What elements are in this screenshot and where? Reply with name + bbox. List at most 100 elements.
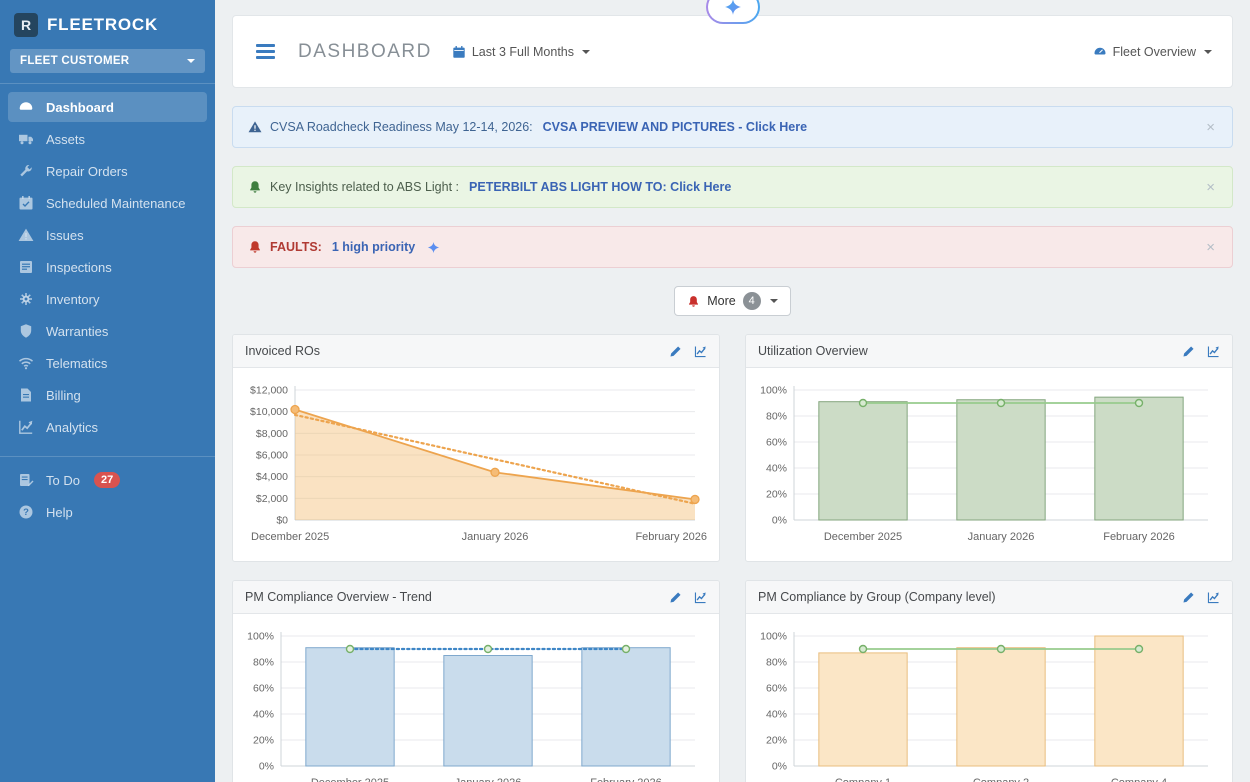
alert-success: Key Insights related to ABS Light :PETER… xyxy=(232,166,1233,208)
svg-text:December 2025: December 2025 xyxy=(251,531,329,543)
close-icon[interactable]: × xyxy=(1204,119,1217,136)
chart-icon xyxy=(18,419,34,435)
svg-text:80%: 80% xyxy=(253,657,274,669)
sidebar-item-repair-orders[interactable]: Repair Orders xyxy=(8,156,207,186)
more-alerts-button[interactable]: More 4 xyxy=(674,286,790,316)
svg-text:40%: 40% xyxy=(766,463,787,475)
chart-utilization: 0%20%40%60%80%100%December 2025January 2… xyxy=(754,376,1224,548)
card-header: PM Compliance Overview - Trend xyxy=(233,581,719,614)
fleet-customer-dropdown[interactable]: FLEET CUSTOMER xyxy=(10,49,205,73)
card-title: Utilization Overview xyxy=(758,344,868,358)
sidebar: R FLEETROCK FLEET CUSTOMER Dashboard Asse… xyxy=(0,0,215,782)
chart-icon[interactable] xyxy=(694,591,707,604)
brand-name: FLEETROCK xyxy=(47,15,158,35)
card-header: Utilization Overview xyxy=(746,335,1232,368)
card-actions xyxy=(669,591,707,604)
bell-icon xyxy=(687,295,700,308)
sidebar-item-scheduled-maintenance[interactable]: Scheduled Maintenance xyxy=(8,188,207,218)
close-icon[interactable]: × xyxy=(1204,239,1217,256)
pencil-icon[interactable] xyxy=(669,591,682,604)
sidebar-item-help[interactable]: ? Help xyxy=(8,497,207,527)
sidebar-divider xyxy=(0,456,215,457)
sidebar-item-assets[interactable]: Assets xyxy=(8,124,207,154)
sidebar-item-to-do[interactable]: To Do 27 xyxy=(8,465,207,495)
chart-icon[interactable] xyxy=(1207,345,1220,358)
sidebar-item-dashboard[interactable]: Dashboard xyxy=(8,92,207,122)
svg-text:February 2026: February 2026 xyxy=(590,777,662,782)
alert-link[interactable]: CVSA PREVIEW AND PICTURES - Click Here xyxy=(543,120,807,134)
file-icon xyxy=(18,387,34,403)
card-pm-group: PM Compliance by Group (Company level) 0%… xyxy=(745,580,1233,782)
svg-text:$2,000: $2,000 xyxy=(256,493,288,505)
bell-icon xyxy=(248,180,262,194)
sidebar-item-warranties[interactable]: Warranties xyxy=(8,316,207,346)
date-range-label: Last 3 Full Months xyxy=(472,45,574,59)
alert-link[interactable]: 1 high priority xyxy=(332,240,415,254)
gauge-icon xyxy=(18,99,34,115)
svg-text:80%: 80% xyxy=(766,411,787,423)
pencil-icon[interactable] xyxy=(669,345,682,358)
alert-danger: FAULTS:1 high priority× xyxy=(232,226,1233,268)
sidebar-item-issues[interactable]: Issues xyxy=(8,220,207,250)
sidebar-item-label: Telematics xyxy=(46,356,107,371)
card-body: 0%20%40%60%80%100%December 2025January 2… xyxy=(233,614,719,782)
sidebar-item-inspections[interactable]: Inspections xyxy=(8,252,207,282)
ai-assistant-button[interactable] xyxy=(706,0,760,24)
card-utilization: Utilization Overview0%20%40%60%80%100%De… xyxy=(745,334,1233,562)
app-logo[interactable]: R FLEETROCK xyxy=(0,0,215,47)
card-pm-trend: PM Compliance Overview - Trend0%20%40%60… xyxy=(232,580,720,782)
fleet-overview-dropdown[interactable]: Fleet Overview xyxy=(1093,45,1212,59)
chart-icon[interactable] xyxy=(694,345,707,358)
sidebar-item-telematics[interactable]: Telematics xyxy=(8,348,207,378)
sidebar-item-analytics[interactable]: Analytics xyxy=(8,412,207,442)
card-invoiced-ros: Invoiced ROs $0$2,000$4,000$6,000$8,000$1… xyxy=(232,334,720,562)
sidebar-item-label: Inventory xyxy=(46,292,99,307)
svg-text:80%: 80% xyxy=(766,657,787,669)
todo-count-badge: 27 xyxy=(94,472,120,488)
sidebar-item-inventory[interactable]: Inventory xyxy=(8,284,207,314)
sidebar-item-label: Help xyxy=(46,505,73,520)
tasks-icon xyxy=(18,472,34,488)
pencil-icon[interactable] xyxy=(1182,591,1195,604)
close-icon[interactable]: × xyxy=(1204,179,1217,196)
truck-icon xyxy=(18,131,34,147)
wrench-icon xyxy=(18,163,34,179)
pencil-icon[interactable] xyxy=(1182,345,1195,358)
sidebar-item-label: To Do xyxy=(46,473,80,488)
svg-text:0%: 0% xyxy=(772,515,787,527)
sidebar-item-label: Assets xyxy=(46,132,85,147)
card-body: $0$2,000$4,000$6,000$8,000$10,000$12,000… xyxy=(233,368,719,553)
sidebar-footer-nav: To Do 27? Help xyxy=(0,465,215,527)
warning-icon xyxy=(18,227,34,243)
chart-icon[interactable] xyxy=(1207,591,1220,604)
svg-text:December 2025: December 2025 xyxy=(311,777,389,782)
more-row: More 4 xyxy=(232,286,1233,316)
card-header: Invoiced ROs xyxy=(233,335,719,368)
svg-text:0%: 0% xyxy=(772,761,787,773)
alert-link[interactable]: PETERBILT ABS LIGHT HOW TO: Click Here xyxy=(469,180,731,194)
svg-text:January 2026: January 2026 xyxy=(462,531,529,543)
chevron-down-icon xyxy=(582,50,590,54)
card-header: PM Compliance by Group (Company level) xyxy=(746,581,1232,614)
sidebar-item-billing[interactable]: Billing xyxy=(8,380,207,410)
alert-info: CVSA Roadcheck Readiness May 12-14, 2026… xyxy=(232,106,1233,148)
card-body: 0%20%40%60%80%100%December 2025January 2… xyxy=(746,368,1232,553)
chevron-down-icon xyxy=(770,299,778,303)
chart-invoiced-ros: $0$2,000$4,000$6,000$8,000$10,000$12,000… xyxy=(241,376,711,548)
svg-text:Company 4: Company 4 xyxy=(1111,777,1167,782)
sparkle-icon[interactable] xyxy=(427,241,440,254)
svg-text:20%: 20% xyxy=(766,735,787,747)
svg-text:100%: 100% xyxy=(760,385,787,397)
sidebar-item-label: Inspections xyxy=(46,260,112,275)
more-count-badge: 4 xyxy=(743,292,761,310)
svg-text:$6,000: $6,000 xyxy=(256,450,288,462)
menu-toggle-icon[interactable] xyxy=(253,41,278,62)
svg-text:20%: 20% xyxy=(253,735,274,747)
gauge-icon xyxy=(1093,45,1107,59)
svg-text:20%: 20% xyxy=(766,489,787,501)
svg-text:100%: 100% xyxy=(760,631,787,643)
question-icon: ? xyxy=(18,504,34,520)
date-range-dropdown[interactable]: Last 3 Full Months xyxy=(452,45,590,59)
sidebar-item-label: Scheduled Maintenance xyxy=(46,196,186,211)
main-content: DASHBOARD Last 3 Full Months Fleet Overv… xyxy=(215,0,1250,782)
